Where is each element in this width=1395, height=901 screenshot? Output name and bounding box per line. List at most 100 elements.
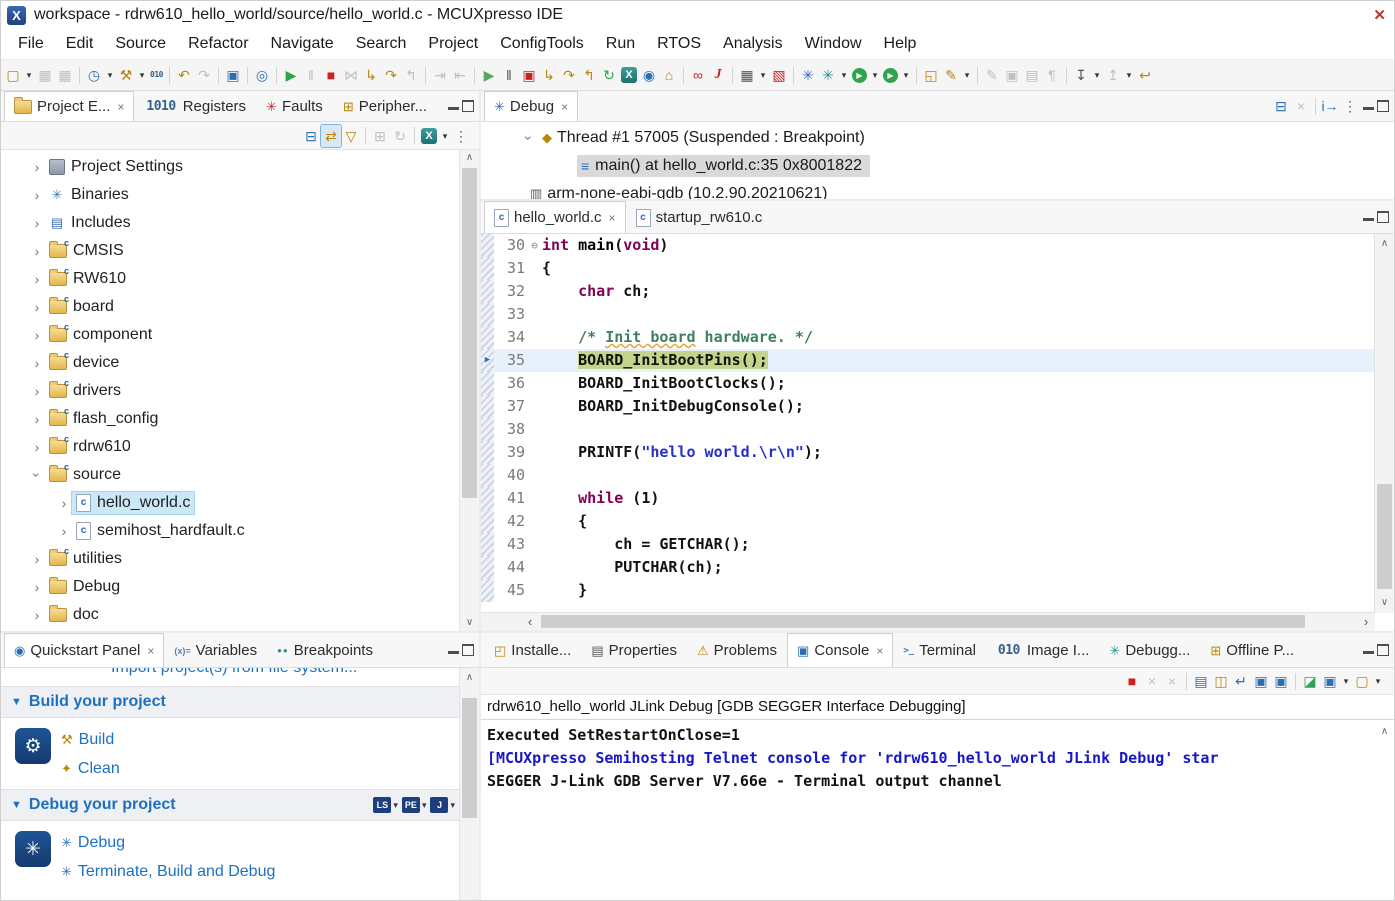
tab[interactable]: ●● Breakpoints (267, 633, 383, 667)
step-into-icon[interactable]: ↳ (361, 64, 381, 86)
code-text[interactable] (542, 464, 1375, 487)
dropdown-icon[interactable]: ▾ (104, 64, 116, 86)
code-text[interactable]: PUTCHAR(ch); (542, 556, 1375, 579)
twistie-icon[interactable]: › (29, 327, 45, 343)
tab[interactable]: (x)= Variables (164, 633, 267, 667)
debug-probe-badge[interactable]: J (430, 797, 448, 813)
window-close-icon[interactable]: ✕ (1373, 6, 1386, 24)
twistie-icon[interactable]: › (29, 355, 45, 371)
menu-item[interactable]: Analysis (712, 31, 794, 57)
dropdown-icon[interactable]: ▾ (757, 64, 769, 86)
menu-item[interactable]: Project (417, 31, 489, 57)
code-text[interactable]: while (1) (542, 487, 1375, 510)
quickstart-scrollbar[interactable]: ∧ (459, 668, 479, 901)
dropdown-icon[interactable]: ▾ (450, 800, 455, 811)
debug-link[interactable]: ✳ Debug (61, 828, 275, 857)
scroll-down-icon[interactable]: ∨ (1375, 595, 1394, 611)
scrollbar-thumb[interactable] (1377, 484, 1392, 589)
menu-item[interactable]: Refactor (177, 31, 259, 57)
tree-item[interactable]: › c semihost_hardfault.c (1, 517, 479, 545)
menu-item[interactable]: Run (595, 31, 646, 57)
tree-item[interactable]: › CMSIS (1, 237, 479, 265)
suspend-all-icon[interactable]: ‖ (499, 64, 519, 86)
menu-item[interactable]: Edit (55, 31, 105, 57)
code-text[interactable]: int main(void) (542, 234, 1375, 257)
twistie-icon[interactable]: › (29, 467, 45, 483)
show-whitespace-icon[interactable]: ¶ (1042, 64, 1062, 86)
tree-item-content[interactable]: ▤ Includes (45, 212, 135, 234)
toolbar-icon[interactable] (1066, 67, 1067, 84)
tree-item-content[interactable]: component (45, 324, 156, 346)
minimize-button[interactable] (448, 651, 459, 654)
tab[interactable]: ✳ Faults (256, 91, 333, 121)
save-all-icon[interactable]: ▦ (55, 64, 75, 86)
last-edit-location-icon[interactable]: ↩ (1135, 64, 1155, 86)
search-icon[interactable]: ◎ (252, 64, 272, 86)
terminate-build-debug-link[interactable]: ✳ Terminate, Build and Debug (61, 857, 275, 886)
tree-item[interactable]: › flash_config (1, 405, 479, 433)
tree-item-content[interactable]: ✳ Binaries (45, 184, 133, 206)
twistie-icon[interactable]: › (29, 579, 45, 595)
globe-icon[interactable]: ◉ (639, 64, 659, 86)
editor-tab[interactable]: c hello_world.c × (484, 201, 626, 233)
menu-item[interactable]: ConfigTools (489, 31, 595, 57)
tree-item-content[interactable]: device (45, 352, 123, 374)
debug-probe-badge[interactable]: LS (373, 797, 391, 813)
stack-frame-row[interactable]: ≡ main() at hello_world.c:35 0x8001822 (481, 152, 1394, 180)
twistie-icon[interactable]: › (29, 607, 45, 623)
step-into-all-icon[interactable]: ↳ (539, 64, 559, 86)
tree-item[interactable]: › RW610 (1, 265, 479, 293)
word-wrap-icon[interactable]: ↵ (1231, 670, 1251, 692)
toolbar-icon[interactable] (425, 67, 426, 84)
maximize-button[interactable] (462, 644, 474, 656)
run-icon[interactable]: ▶ (852, 68, 867, 83)
tree-item-content[interactable]: CMSIS (45, 240, 128, 262)
scroll-up-icon[interactable]: ∧ (460, 670, 479, 686)
dropdown-icon[interactable]: ▾ (1123, 64, 1135, 86)
tree-item-content[interactable]: rdrw610 (45, 436, 135, 458)
filter-icon[interactable]: ▽ (341, 125, 361, 147)
open-folder-icon[interactable]: ◱ (921, 64, 941, 86)
tab[interactable]: ⚠ Problems (687, 633, 787, 667)
format-icon[interactable]: ▤ (1022, 64, 1042, 86)
view-toolbar-icon[interactable] (365, 127, 366, 144)
code-text[interactable]: PRINTF("hello world.\r\n"); (542, 441, 1375, 464)
display-console-icon[interactable]: ▣ (1320, 670, 1340, 692)
view-menu-icon[interactable]: ⋮ (451, 125, 471, 147)
tab[interactable]: ✳ Debugg... (1099, 633, 1200, 667)
step-over-icon[interactable]: ↷ (381, 64, 401, 86)
open-console-icon[interactable]: ▢ (1352, 670, 1372, 692)
tree-item-content[interactable]: flash_config (45, 408, 162, 430)
toolbar-icon[interactable] (169, 67, 170, 84)
tab[interactable]: ◉ Quickstart Panel × (4, 633, 164, 667)
clean-link[interactable]: ✦ Clean (61, 754, 120, 783)
tab[interactable]: ⊞ Peripher... (333, 91, 437, 121)
mark-occurrences-icon[interactable]: ✎ (982, 64, 1002, 86)
twistie-icon[interactable]: › (29, 411, 45, 427)
resume-all-icon[interactable]: ▶ (479, 64, 499, 86)
save-log-icon[interactable]: ↧ (1071, 64, 1091, 86)
thread-row[interactable]: › ◆ Thread #1 57005 (Suspended : Breakpo… (481, 124, 1394, 152)
new-wizard-icon[interactable]: ▢ (3, 64, 23, 86)
tree-item[interactable]: › ▤ Includes (1, 209, 479, 237)
remove-launch-icon[interactable]: × (1142, 670, 1162, 692)
binary-file-icon[interactable]: 010 (148, 67, 165, 83)
selected-frame[interactable]: ≡ main() at hello_world.c:35 0x8001822 (577, 155, 870, 177)
menu-item[interactable]: Source (104, 31, 177, 57)
scroll-up-icon[interactable]: ∧ (1375, 724, 1394, 740)
console-toolbar-icon[interactable] (1186, 673, 1187, 690)
tab[interactable]: 010 Image I... (986, 633, 1100, 667)
tree-item[interactable]: › utilities (1, 545, 479, 573)
mcux-quickaccess-icon[interactable]: X (421, 128, 437, 144)
step-over-all-icon[interactable]: ↷ (559, 64, 579, 86)
dropdown-icon[interactable]: ▾ (900, 64, 912, 86)
pin-view-icon[interactable]: ⊞ (370, 125, 390, 147)
view-toolbar-icon[interactable] (414, 127, 415, 144)
maximize-button[interactable] (462, 100, 474, 112)
tree-item[interactable]: › rdrw610 (1, 433, 479, 461)
code-text[interactable]: BOARD_InitBootClocks(); (542, 372, 1375, 395)
menu-item[interactable]: RTOS (646, 31, 712, 57)
dropdown-icon[interactable]: ▾ (393, 800, 398, 811)
menu-item[interactable]: Navigate (260, 31, 345, 57)
debug-bug-icon[interactable]: ✳ (798, 64, 818, 86)
